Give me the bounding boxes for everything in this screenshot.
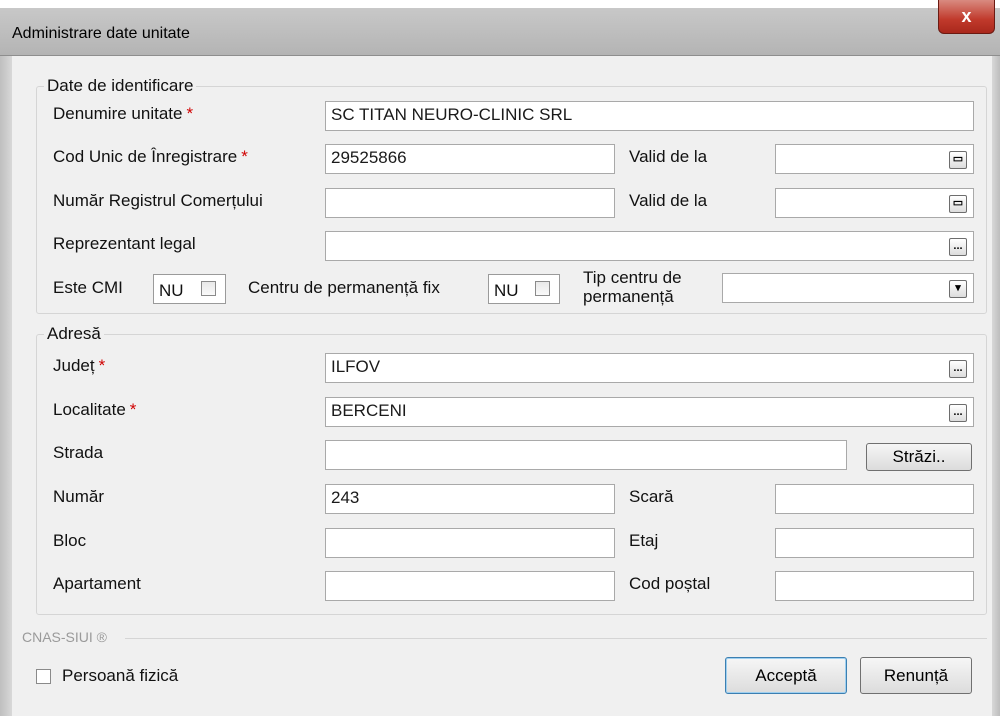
postal-code-label: Cod poștal	[629, 574, 711, 593]
legal-rep-field[interactable]	[325, 231, 974, 261]
close-icon: x	[961, 6, 972, 26]
trade-register-label: Număr Registrul Comerțului	[53, 191, 263, 210]
legal-rep-label: Reprezentant legal	[53, 234, 196, 253]
permanence-type-select[interactable]	[722, 273, 974, 303]
locality-label: Localitate *	[53, 400, 137, 419]
locality-field[interactable]: BERCENI	[325, 397, 974, 427]
ellipsis-icon[interactable]: ...	[949, 404, 967, 422]
cui-valid-from-field[interactable]	[775, 144, 974, 174]
identification-legend: Date de identificare	[44, 76, 197, 96]
unit-name-field[interactable]: SC TITAN NEURO-CLINIC SRL	[325, 101, 974, 131]
person-checkbox[interactable]	[36, 669, 51, 684]
cui-valid-from-label: Valid de la	[629, 147, 708, 166]
brand-label: CNAS-SIUI ®	[22, 629, 111, 645]
street-field[interactable]	[325, 440, 847, 470]
trade-register-valid-from-label: Valid de la	[629, 191, 708, 210]
cui-field[interactable]: 29525866	[325, 144, 615, 174]
street-label: Strada	[53, 443, 104, 462]
cmi-value: NU	[159, 281, 184, 300]
permanence-center-checkbox[interactable]	[535, 281, 550, 296]
window-title: Administrare date unitate	[12, 25, 190, 42]
floor-field[interactable]	[775, 528, 974, 558]
required-marker: *	[186, 104, 194, 123]
stair-field[interactable]	[775, 484, 974, 514]
required-marker: *	[241, 147, 248, 166]
required-marker: *	[98, 356, 106, 375]
footer-divider	[125, 638, 987, 639]
cmi-label: Este CMI	[53, 278, 123, 297]
unit-name-label: Denumire unitate *	[53, 104, 194, 123]
apartment-label: Apartament	[53, 574, 141, 593]
accept-button[interactable]: Acceptă	[725, 657, 847, 694]
window-frame-right	[992, 56, 1000, 716]
address-legend: Adresă	[44, 324, 104, 344]
close-button[interactable]: x	[938, 0, 995, 34]
cui-label: Cod Unic de Înregistrare *	[53, 147, 248, 166]
chevron-down-icon[interactable]: ▾	[949, 280, 967, 298]
cmi-checkbox[interactable]	[201, 281, 216, 296]
required-marker: *	[129, 400, 137, 419]
trade-register-valid-from-field[interactable]	[775, 188, 974, 218]
apartment-field[interactable]	[325, 571, 615, 601]
ellipsis-icon[interactable]: ...	[949, 360, 967, 378]
calendar-icon[interactable]: ▭	[949, 195, 967, 213]
window-frame-left	[0, 56, 12, 716]
county-field[interactable]: ILFOV	[325, 353, 974, 383]
streets-button[interactable]: Străzi..	[866, 443, 972, 471]
postal-code-field[interactable]	[775, 571, 974, 601]
stair-label: Scară	[629, 487, 674, 506]
number-label: Număr	[53, 487, 105, 506]
permanence-center-value: NU	[494, 281, 519, 300]
number-field[interactable]: 243	[325, 484, 615, 514]
cancel-button[interactable]: Renunță	[860, 657, 972, 694]
block-field[interactable]	[325, 528, 615, 558]
permanence-type-label: Tip centru de permanență	[583, 268, 682, 306]
ellipsis-icon[interactable]: ...	[949, 238, 967, 256]
permanence-center-label: Centru de permanență fix	[248, 278, 440, 297]
block-label: Bloc	[53, 531, 87, 550]
calendar-icon[interactable]: ▭	[949, 151, 967, 169]
person-label: Persoană fizică	[62, 666, 179, 685]
trade-register-field[interactable]	[325, 188, 615, 218]
county-label: Județ *	[53, 356, 106, 375]
floor-label: Etaj	[629, 531, 659, 550]
